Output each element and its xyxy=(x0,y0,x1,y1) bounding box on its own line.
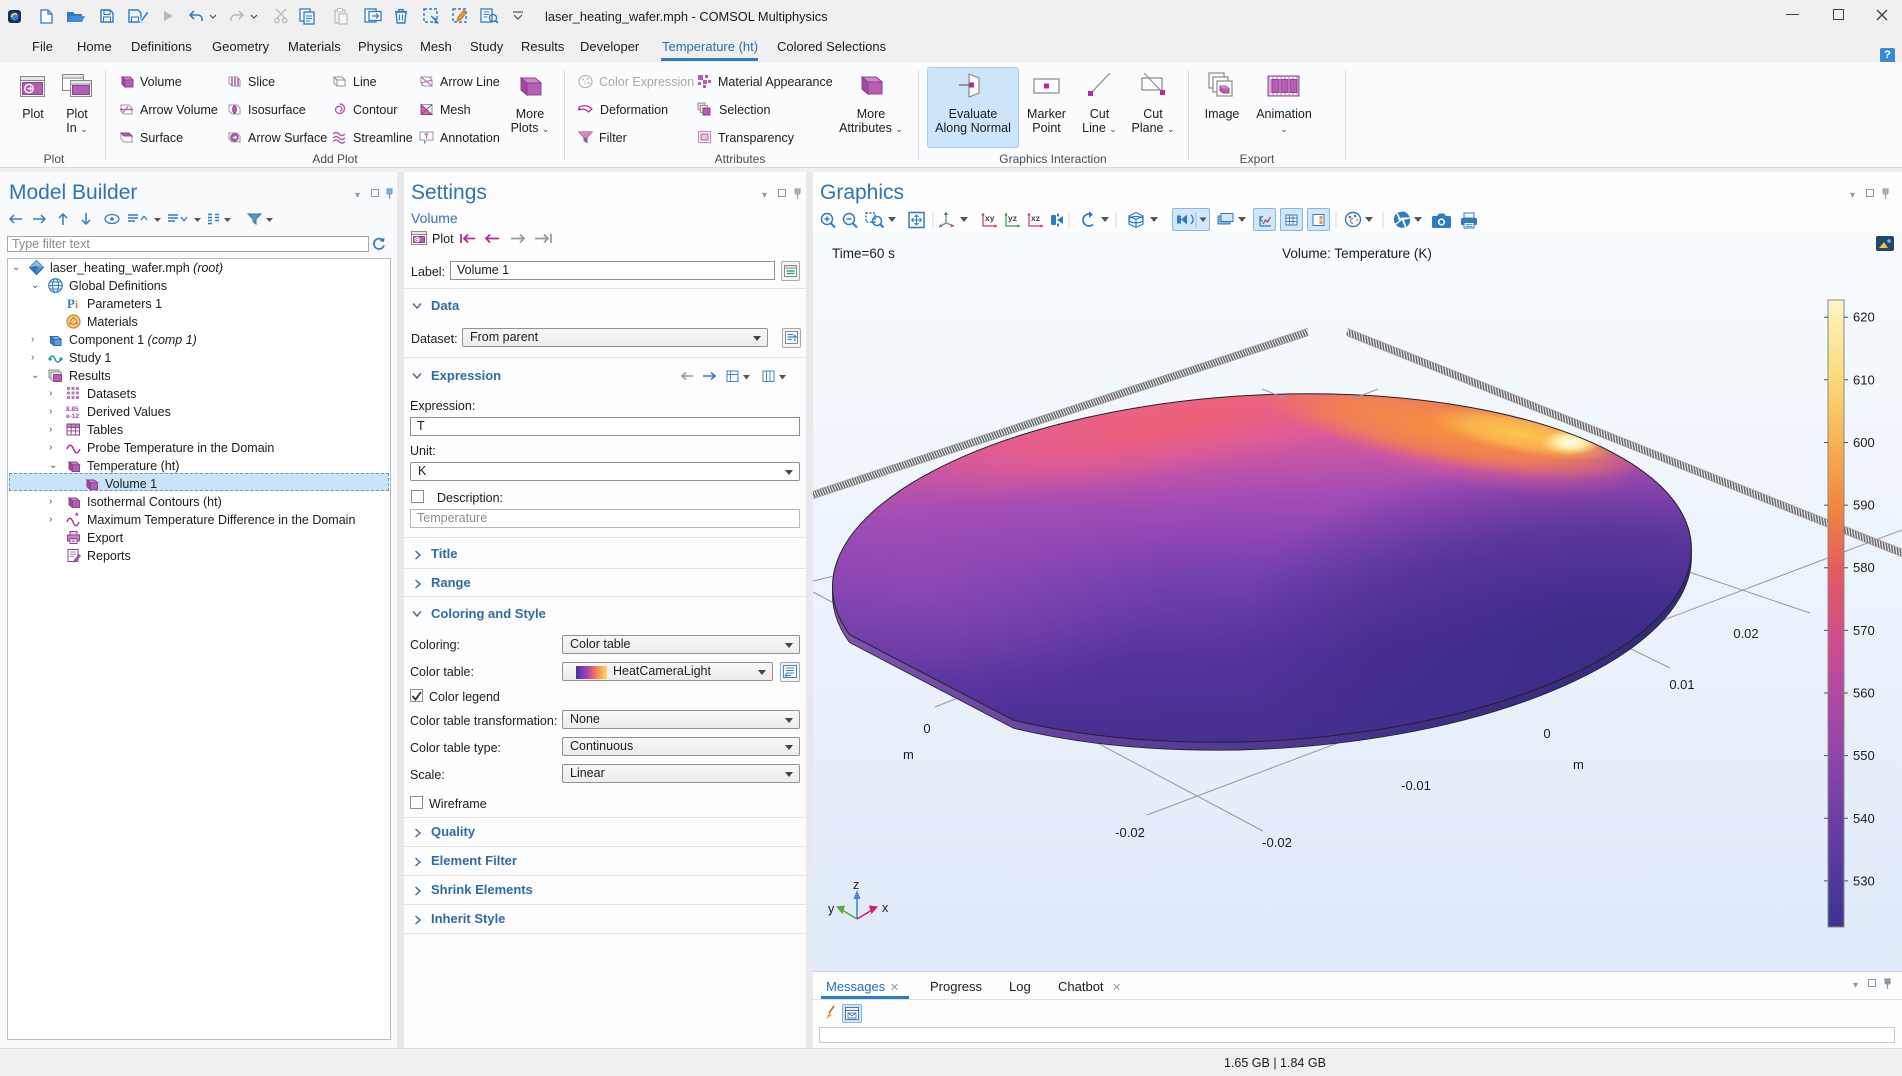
svg-text:xz: xz xyxy=(1031,213,1040,223)
svg-text:540: 540 xyxy=(1853,811,1875,826)
svg-text:600: 600 xyxy=(1853,435,1875,450)
svg-text:y: y xyxy=(828,902,835,916)
svg-text:x: x xyxy=(882,901,889,915)
svg-text:560: 560 xyxy=(1853,686,1875,701)
svg-text:0.01: 0.01 xyxy=(1669,677,1694,692)
svg-text:yz: yz xyxy=(1008,213,1017,223)
svg-text:570: 570 xyxy=(1853,623,1875,638)
svg-text:0: 0 xyxy=(1543,726,1550,741)
svg-text:620: 620 xyxy=(1853,310,1875,325)
svg-text:i: i xyxy=(75,299,78,311)
svg-text:-0.02: -0.02 xyxy=(1115,825,1145,840)
svg-text:530: 530 xyxy=(1853,873,1875,888)
svg-text:8.85: 8.85 xyxy=(66,406,79,413)
svg-text:e-12: e-12 xyxy=(66,413,79,419)
svg-text:z: z xyxy=(853,878,859,892)
svg-text:-0.01: -0.01 xyxy=(1401,778,1431,793)
svg-text:Time=60 s: Time=60 s xyxy=(832,246,895,261)
svg-text:m: m xyxy=(1573,757,1584,772)
svg-text:*: * xyxy=(75,512,79,521)
svg-text:610: 610 xyxy=(1853,372,1875,387)
svg-text:m: m xyxy=(903,747,914,762)
svg-text:Volume: Temperature (K): Volume: Temperature (K) xyxy=(1282,246,1432,261)
svg-text:xy: xy xyxy=(985,213,995,223)
svg-text:580: 580 xyxy=(1853,560,1875,575)
svg-text:0: 0 xyxy=(923,721,930,736)
svg-text:550: 550 xyxy=(1853,748,1875,763)
svg-text:P: P xyxy=(67,296,75,311)
svg-text:590: 590 xyxy=(1853,498,1875,513)
svg-text:0.02: 0.02 xyxy=(1733,626,1758,641)
svg-text:-0.02: -0.02 xyxy=(1262,835,1292,850)
